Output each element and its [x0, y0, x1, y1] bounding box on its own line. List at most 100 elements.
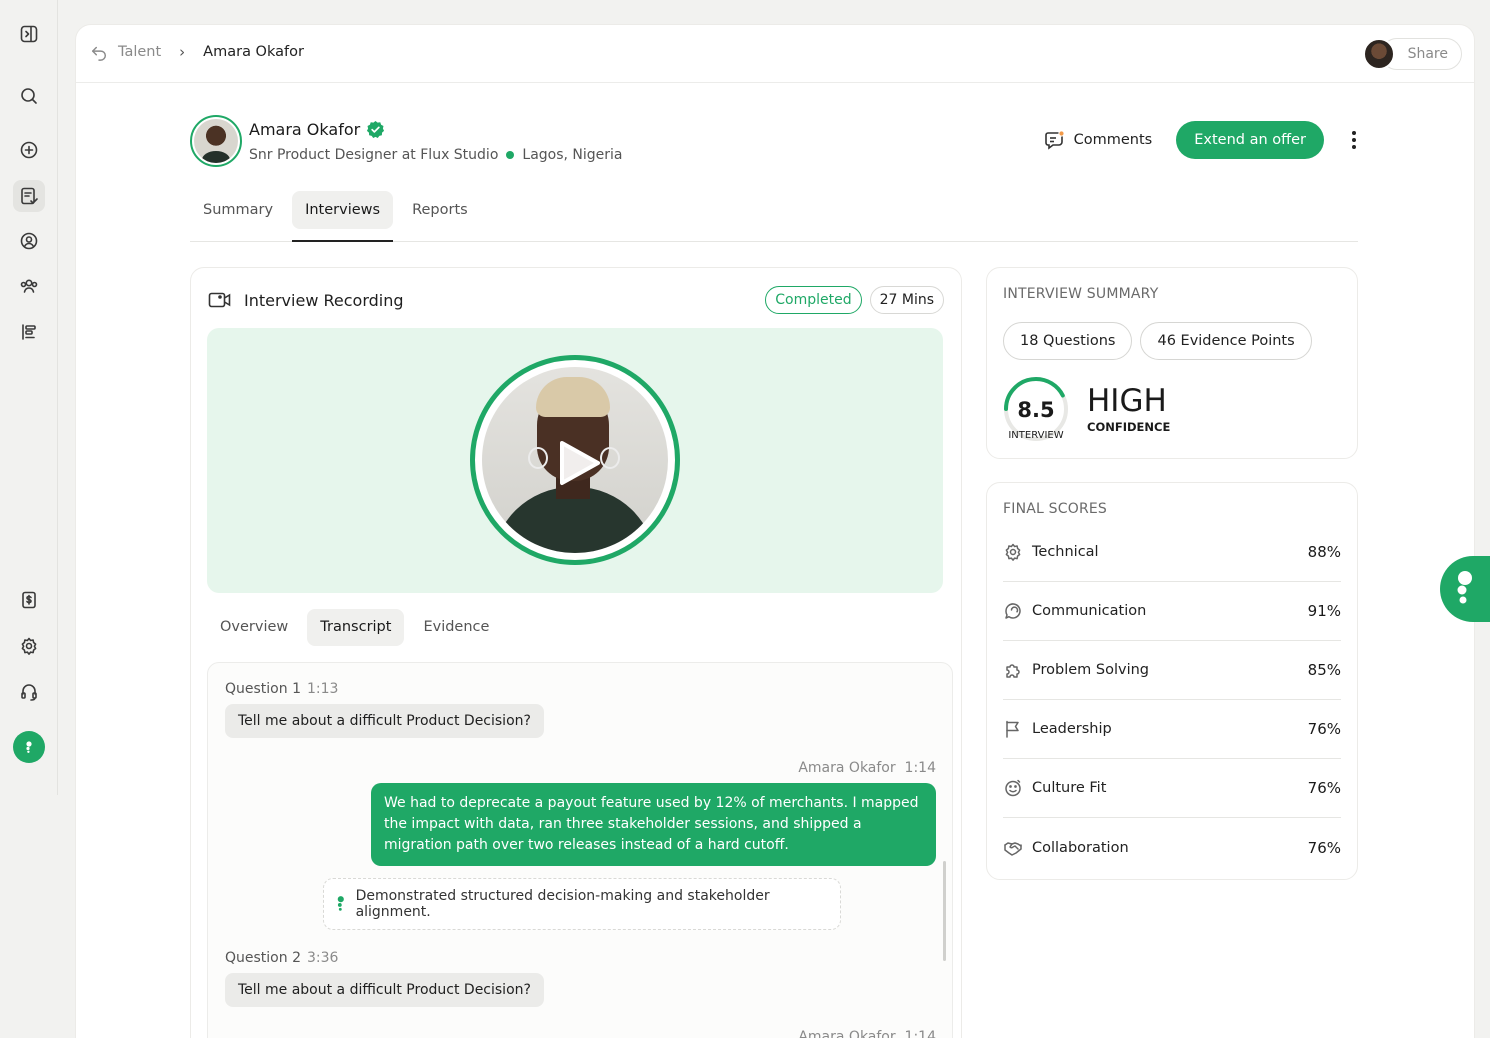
brand-logo-icon[interactable] [13, 731, 45, 763]
video-camera-icon [208, 292, 231, 308]
icon-rail [0, 0, 58, 795]
comments-button[interactable]: Comments [1044, 129, 1153, 151]
score-value: 76% [1307, 838, 1341, 857]
interview-score-gauge: 8.5 INTERVIEW [1001, 374, 1071, 444]
profile-tabs: Summary Interviews Reports [190, 191, 1358, 242]
sidebar-toggle-icon[interactable] [13, 18, 45, 50]
score-name: Leadership [1032, 721, 1112, 737]
pipeline-icon[interactable] [13, 316, 45, 348]
score-row-collaboration: Collaboration 76% [1003, 818, 1341, 877]
score-value: 76% [1307, 779, 1341, 797]
questions-count-badge: 18 Questions [1003, 322, 1133, 360]
transcript-scrollbar[interactable] [943, 861, 946, 961]
billing-icon[interactable] [13, 584, 45, 616]
question-label: Question 2 3:36 [225, 950, 338, 966]
confidence-label: CONFIDENCE [1087, 420, 1171, 434]
answer-speaker: Amara Okafor [798, 760, 896, 776]
score-value: 88% [1307, 543, 1341, 561]
final-scores-card: FINAL SCORES Technical 88% Communication… [986, 482, 1358, 880]
score-row-culture-fit: Culture Fit 76% [1003, 759, 1341, 818]
question-bubble: Tell me about a difficult Product Decisi… [225, 973, 544, 1007]
question-number: Question 1 [225, 681, 301, 697]
main-panel: Talent › Amara Okafor Share Amara Okafor… [75, 24, 1475, 1038]
brand-mark-icon [337, 896, 344, 911]
subtab-evidence[interactable]: Evidence [410, 609, 502, 646]
confidence-value: HIGH [1087, 383, 1167, 419]
final-scores-heading: FINAL SCORES [1003, 501, 1108, 517]
interview-summary-card: INTERVIEW SUMMARY 18 Questions 46 Eviden… [986, 267, 1358, 459]
extend-offer-button[interactable]: Extend an offer [1176, 121, 1324, 159]
evidence-count-badge: 46 Evidence Points [1140, 322, 1312, 360]
breadcrumb-root[interactable]: Talent [118, 44, 161, 60]
add-icon[interactable] [13, 134, 45, 166]
tab-summary[interactable]: Summary [190, 191, 286, 229]
score-value: 91% [1307, 602, 1341, 620]
breadcrumb-separator: › [179, 43, 186, 61]
score-name: Communication [1032, 603, 1147, 619]
search-icon[interactable] [13, 80, 45, 112]
question-time: 3:36 [306, 950, 339, 966]
support-icon[interactable] [13, 676, 45, 708]
chat-icon [1005, 603, 1021, 619]
flag-icon [1006, 720, 1019, 738]
status-badge: Completed [765, 286, 862, 314]
answer-bubble: We had to deprecate a payout feature use… [371, 783, 936, 866]
answer-meta: Amara Okafor 1:14 [798, 1029, 936, 1038]
score-row-leadership: Leadership 76% [1003, 700, 1341, 759]
interviews-nav-icon[interactable] [13, 180, 45, 212]
ai-insight: Demonstrated structured decision-making … [323, 878, 841, 930]
candidate-name: Amara Okafor [249, 119, 361, 139]
video-player[interactable] [207, 328, 943, 593]
question-time: 1:13 [306, 681, 339, 697]
subtab-overview[interactable]: Overview [207, 609, 301, 646]
duration-badge: 27 Mins [869, 286, 944, 314]
recording-subtabs: Overview Transcript Evidence [207, 609, 502, 646]
verified-badge-icon [367, 120, 385, 138]
score-value: 85% [1307, 661, 1341, 679]
candidate-avatar [190, 115, 242, 167]
user-settings-icon[interactable] [13, 225, 45, 257]
subtab-transcript[interactable]: Transcript [307, 609, 405, 646]
back-arrow-icon[interactable] [90, 43, 108, 61]
candidate-video-thumbnail [482, 367, 668, 553]
candidate-location: Lagos, Nigeria [522, 146, 623, 163]
confidence-indicator: HIGH CONFIDENCE [1087, 384, 1170, 434]
brand-mark-icon [1457, 571, 1472, 604]
answer-speaker: Amara Okafor [798, 1029, 896, 1038]
profile-actions: Comments Extend an offer [1044, 121, 1360, 159]
summary-heading: INTERVIEW SUMMARY [1003, 286, 1159, 302]
answer-time: 1:14 [904, 1029, 936, 1038]
settings-icon[interactable] [13, 630, 45, 662]
interview-recording-card: Interview Recording Completed 27 Mins Ov… [190, 267, 962, 1038]
candidate-title: Snr Product Designer at Flux Studio [249, 146, 499, 163]
more-options-icon[interactable] [1348, 131, 1360, 149]
tab-reports[interactable]: Reports [399, 191, 481, 229]
gear-icon [1005, 543, 1021, 561]
current-user-avatar[interactable] [1362, 38, 1395, 70]
score-name: Problem Solving [1032, 662, 1149, 678]
candidate-profile: Amara Okafor Snr Product Designer at Flu… [190, 115, 623, 167]
top-bar: Talent › Amara Okafor Share [76, 25, 1474, 83]
transcript-panel[interactable]: Question 1 1:13 Tell me about a difficult… [207, 662, 953, 1038]
answer-meta: Amara Okafor 1:14 [798, 760, 936, 776]
tab-interviews[interactable]: Interviews [292, 191, 394, 242]
answer-time: 1:14 [904, 760, 936, 776]
breadcrumb: Talent › Amara Okafor [90, 43, 304, 61]
share-group: Share [1362, 38, 1462, 70]
puzzle-icon [1006, 664, 1020, 678]
interview-score-label: INTERVIEW [1008, 430, 1064, 441]
location-dot [506, 150, 515, 159]
question-label: Question 1 1:13 [225, 681, 338, 697]
play-icon[interactable] [556, 439, 602, 487]
score-row-problem-solving: Problem Solving 85% [1003, 641, 1341, 700]
question-number: Question 2 [225, 950, 301, 966]
handshake-icon [1004, 841, 1022, 856]
question-bubble: Tell me about a difficult Product Decisi… [225, 704, 544, 738]
team-icon[interactable] [13, 270, 45, 302]
score-value: 76% [1307, 720, 1341, 738]
score-name: Culture Fit [1032, 780, 1107, 796]
interview-score-value: 8.5 [1017, 398, 1055, 422]
comments-label: Comments [1073, 132, 1153, 148]
video-thumbnail-ring [470, 355, 680, 565]
comments-icon [1044, 130, 1065, 150]
